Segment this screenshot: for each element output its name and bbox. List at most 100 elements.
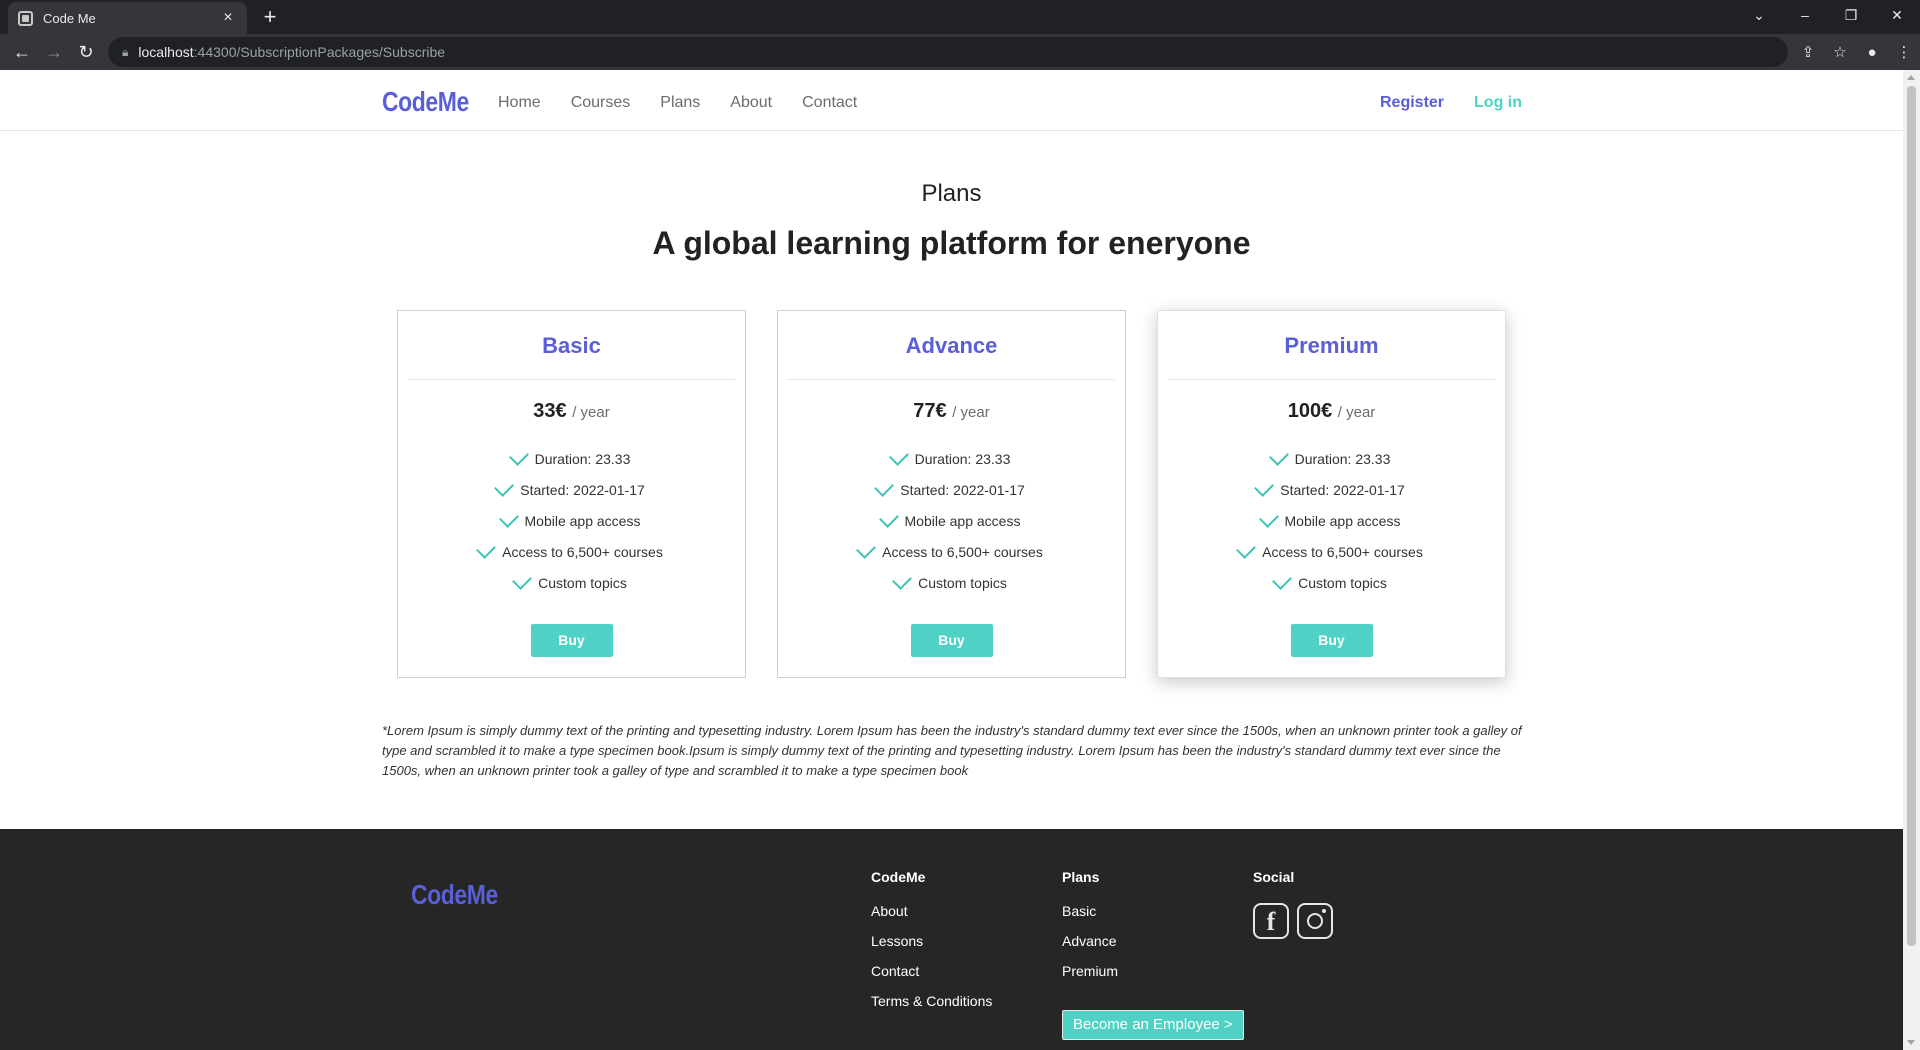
bookmark-star-icon[interactable]: ☆ — [1824, 43, 1856, 61]
feature-item: Mobile app access — [1158, 505, 1505, 536]
new-tab-button[interactable]: + — [258, 4, 282, 30]
facebook-icon[interactable]: f — [1253, 903, 1289, 939]
tab-search-icon[interactable]: ⌄ — [1736, 7, 1782, 24]
price-value: 33€ — [533, 400, 567, 422]
back-icon[interactable]: ← — [6, 42, 38, 63]
feature-item: Custom topics — [1158, 567, 1505, 598]
check-icon — [498, 507, 519, 528]
reload-icon[interactable]: ↻ — [70, 42, 102, 63]
footer-link-terms[interactable]: Terms & Conditions — [871, 993, 992, 1009]
plan-name: Basic — [542, 333, 601, 358]
plan-price: 77€ / year — [778, 400, 1125, 423]
scroll-down-icon[interactable] — [1907, 1040, 1915, 1045]
feature-item: Access to 6,500+ courses — [778, 536, 1125, 567]
footer-col-title: CodeMe — [871, 869, 926, 885]
lock-icon: 🔒︎ — [122, 44, 129, 59]
feature-item: Duration: 23.33 — [1158, 443, 1505, 474]
nav-home[interactable]: Home — [498, 94, 541, 112]
feature-text: Access to 6,500+ courses — [882, 543, 1043, 560]
feature-text: Custom topics — [918, 574, 1007, 591]
feature-item: Duration: 23.33 — [398, 443, 745, 474]
check-icon — [494, 476, 515, 497]
feature-list: Duration: 23.33 Started: 2022-01-17 Mobi… — [398, 443, 745, 598]
feature-item: Access to 6,500+ courses — [1158, 536, 1505, 567]
footer-col-title: Plans — [1062, 869, 1100, 885]
buy-button-premium[interactable]: Buy — [1290, 624, 1373, 657]
footer-col-social: Social f — [1253, 869, 1333, 939]
url-host: localhost — [138, 44, 194, 60]
menu-kebab-icon[interactable]: ⋮ — [1888, 43, 1920, 61]
footer-col-title: Social — [1253, 869, 1295, 885]
plan-card-basic: Basic 33€ / year Duration: 23.33 Started… — [397, 310, 746, 678]
footer-link-premium[interactable]: Premium — [1062, 963, 1118, 979]
browser-tab[interactable]: Code Me × — [8, 2, 247, 34]
forward-icon[interactable]: → — [38, 42, 70, 63]
profile-icon[interactable]: ● — [1856, 44, 1888, 61]
footer-col-plans: Plans Basic Advance Premium — [1062, 869, 1118, 993]
favicon-icon — [18, 10, 33, 26]
check-icon — [878, 507, 899, 528]
nav-contact[interactable]: Contact — [802, 94, 857, 112]
check-icon — [1268, 445, 1289, 466]
share-icon[interactable]: ⇪ — [1792, 43, 1824, 61]
feature-item: Access to 6,500+ courses — [398, 536, 745, 567]
become-employee-button[interactable]: Become an Employee > — [1062, 1010, 1244, 1040]
feature-text: Mobile app access — [904, 512, 1021, 529]
footer-link-basic[interactable]: Basic — [1062, 903, 1118, 919]
close-window-icon[interactable]: ✕ — [1874, 7, 1920, 24]
check-icon — [892, 569, 913, 590]
check-icon — [874, 476, 895, 497]
price-period: / year — [572, 404, 610, 421]
browser-toolbar: ← → ↻ 🔒︎ localhost :44300/SubscriptionPa… — [0, 34, 1920, 70]
page-scrollbar[interactable] — [1903, 70, 1920, 1050]
footer-link-lessons[interactable]: Lessons — [871, 933, 992, 949]
feature-text: Custom topics — [1298, 574, 1387, 591]
page-title: A global learning platform for eneryone — [652, 225, 1251, 261]
footer-link-advance[interactable]: Advance — [1062, 933, 1118, 949]
footer-col-codeme: CodeMe About Lessons Contact Terms & Con… — [871, 869, 992, 1023]
tab-close-icon[interactable]: × — [219, 9, 237, 27]
feature-item: Mobile app access — [398, 505, 745, 536]
footer-link-contact[interactable]: Contact — [871, 963, 992, 979]
feature-item: Mobile app access — [778, 505, 1125, 536]
address-bar[interactable]: 🔒︎ localhost :44300/SubscriptionPackages… — [108, 37, 1788, 67]
browser-tabbar: Code Me × + ⌄ – ❐ ✕ — [0, 0, 1920, 34]
site-footer: CodeMe CodeMe About Lessons Contact Term… — [0, 829, 1903, 1050]
site-header: CodeMe Home Courses Plans About Contact … — [0, 70, 1903, 131]
plan-card-advance: Advance 77€ / year Duration: 23.33 Start… — [777, 310, 1126, 678]
disclaimer-text: *Lorem Ipsum is simply dummy text of the… — [382, 723, 1522, 778]
buy-button-advance[interactable]: Buy — [910, 624, 993, 657]
footer-link-about[interactable]: About — [871, 903, 992, 919]
feature-text: Started: 2022-01-17 — [900, 481, 1025, 498]
buy-button-basic[interactable]: Buy — [530, 624, 613, 657]
register-link[interactable]: Register — [1380, 94, 1444, 112]
scroll-up-icon[interactable] — [1907, 75, 1915, 80]
scroll-thumb[interactable] — [1907, 86, 1916, 946]
feature-text: Started: 2022-01-17 — [520, 481, 645, 498]
feature-text: Mobile app access — [1284, 512, 1401, 529]
restore-icon[interactable]: ❐ — [1828, 7, 1874, 24]
price-value: 77€ — [913, 400, 947, 422]
divider — [1168, 379, 1495, 380]
plan-name: Advance — [905, 333, 998, 358]
brand-logo[interactable]: CodeMe — [382, 86, 469, 118]
nav-plans[interactable]: Plans — [660, 94, 700, 112]
minimize-icon[interactable]: – — [1782, 7, 1828, 23]
login-link[interactable]: Log in — [1474, 94, 1522, 112]
feature-text: Access to 6,500+ courses — [502, 543, 663, 560]
check-icon — [1272, 569, 1293, 590]
check-icon — [1254, 476, 1275, 497]
feature-text: Duration: 23.33 — [914, 450, 1011, 467]
check-icon — [508, 445, 529, 466]
plan-price: 100€ / year — [1158, 400, 1505, 423]
feature-text: Mobile app access — [524, 512, 641, 529]
instagram-icon[interactable] — [1297, 903, 1333, 939]
feature-item: Duration: 23.33 — [778, 443, 1125, 474]
feature-item: Started: 2022-01-17 — [1158, 474, 1505, 505]
price-period: / year — [952, 404, 990, 421]
nav-about[interactable]: About — [730, 94, 772, 112]
nav-courses[interactable]: Courses — [571, 94, 631, 112]
auth-links: Register Log in — [1380, 94, 1522, 112]
url-path: :44300/SubscriptionPackages/Subscribe — [193, 44, 446, 60]
footer-brand-logo[interactable]: CodeMe — [411, 879, 498, 911]
